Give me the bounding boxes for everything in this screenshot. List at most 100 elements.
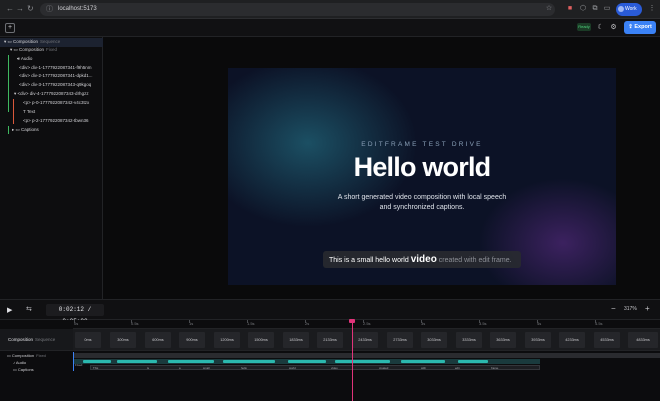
frame-thumb[interactable]: 4233ms — [559, 332, 585, 348]
back-icon[interactable]: ← — [6, 4, 14, 13]
tree-node-label: Composition — [13, 39, 39, 44]
frame-thumb[interactable]: 1500ms — [248, 332, 274, 348]
tree-node-label: Audio — [20, 56, 33, 61]
frame-thumb[interactable]: 2133ms — [317, 332, 343, 348]
tree-node-label: <div> div-4-1777922087343-drhgzz — [17, 91, 89, 96]
loop-icon[interactable]: ⇆ — [26, 305, 32, 313]
waveform-segment — [168, 360, 214, 363]
profile-label: Work — [625, 6, 637, 12]
ruler-tick: 0s — [74, 320, 79, 326]
tree-node-composition-root[interactable]: ▾ ▭ Composition Sequence — [4, 38, 60, 46]
zoom-in-button[interactable]: + — [645, 304, 650, 313]
track-row-composition[interactable]: ▭ Composition Fixed — [0, 352, 73, 359]
sidepanel-icon[interactable]: ▭ — [603, 5, 611, 13]
track-row-label: Composition — [11, 353, 35, 358]
settings-gear-icon[interactable]: ⚙ — [609, 23, 618, 32]
frame-strip[interactable]: 0ms 300ms 600ms 900ms 1200ms 1500ms 1833… — [73, 329, 660, 351]
speaker-icon: 🔊︎ — [17, 56, 20, 61]
profile-button[interactable]: Work — [616, 3, 642, 16]
playhead-line[interactable] — [352, 322, 353, 401]
track-row-audio[interactable]: ♪ Audio — [0, 359, 73, 366]
tree-guide-line — [8, 55, 9, 112]
tree-node-captions[interactable]: ▸ ▭ Captions — [12, 126, 39, 134]
tree-node-composition-fixed[interactable]: ▾ ▭ Composition Fixed — [10, 46, 57, 54]
caption-word: world — [289, 366, 296, 370]
caption-word: with — [421, 366, 426, 370]
frame-thumb[interactable]: 600ms — [145, 332, 171, 348]
timeline-ruler[interactable]: 0s 0.5s 1s 1.5s 2s 2.5s 3s 3.5s 4s 4.5s — [73, 320, 660, 329]
caption-word: a — [179, 366, 181, 370]
caption-word: created — [379, 366, 389, 370]
zoom-out-button[interactable]: − — [611, 304, 616, 313]
tree-node-div-1[interactable]: <div> div-1-1777922087341-f9h5nm — [19, 64, 92, 72]
tree-node-label: Composition — [19, 47, 45, 52]
tree-node-p-0[interactable]: <p> p-0-1777922087342-v4c3tzx — [23, 99, 89, 107]
speaker-icon: ♪ — [13, 360, 15, 365]
ruler-tick: 3s — [421, 320, 426, 326]
extension-icon[interactable]: ■ — [566, 5, 574, 13]
caption-word: small — [203, 366, 210, 370]
ruler-tick: 4.5s — [595, 320, 603, 326]
address-bar[interactable]: ⓘ localhost:5173 — [40, 3, 555, 16]
add-element-icon[interactable]: + — [5, 23, 15, 33]
theme-toggle-icon[interactable]: ☾ — [596, 23, 605, 32]
export-button[interactable]: ⇪ Export — [624, 21, 656, 34]
tree-node-p-2[interactable]: <p> p-2-1777922087342-tbwn36 — [23, 117, 89, 125]
tree-node-div-3[interactable]: <div> div-3-1777922087343-q9kgoq — [19, 81, 91, 89]
frame-thumb[interactable]: 3333ms — [456, 332, 482, 348]
frame-thumb[interactable]: 1833ms — [283, 332, 309, 348]
frame-thumb[interactable]: 3633ms — [490, 332, 516, 348]
waveform-segment — [288, 360, 326, 363]
track-label-composition[interactable]: Composition Sequence — [0, 329, 73, 351]
caption-word: video — [331, 366, 338, 370]
zoom-level: 317% — [624, 306, 637, 312]
frame-thumb[interactable]: 0ms — [75, 332, 101, 348]
menu-kebab-icon[interactable]: ⋮ — [648, 5, 656, 13]
tree-node-audio[interactable]: 🔊︎ Audio — [17, 55, 32, 63]
preview-title: Hello world — [353, 152, 492, 182]
frame-thumb[interactable]: 3933ms — [525, 332, 551, 348]
caption-box: This is a small hello world video create… — [323, 251, 521, 268]
play-icon[interactable]: ▶ — [7, 306, 12, 314]
frame-thumb[interactable]: 1200ms — [214, 332, 240, 348]
reload-icon[interactable]: ↻ — [27, 4, 34, 13]
time-display: 0:02:12 / 0:05:00 — [46, 304, 104, 325]
frame-thumb[interactable]: 4533ms — [594, 332, 620, 348]
forward-icon[interactable]: → — [16, 4, 24, 13]
audio-clip[interactable] — [73, 359, 540, 364]
caption-word: is — [147, 366, 150, 370]
frame-thumb[interactable]: 4833ms — [628, 332, 658, 348]
url-text: localhost:5173 — [58, 6, 97, 12]
in-point-marker[interactable] — [73, 352, 74, 371]
captions-clip[interactable]: This is a small hello world video create… — [90, 365, 540, 370]
tree-node-text[interactable]: T Text — [23, 108, 35, 116]
frame-thumb[interactable]: 2733ms — [387, 332, 413, 348]
tree-node-sub: Sequence — [40, 39, 61, 44]
tree-node-div-2[interactable]: <div> div-2-1777922087341-dpkd1... — [19, 72, 93, 80]
ruler-tick: 4s — [537, 320, 542, 326]
preview-canvas[interactable]: EDITFRAME TEST DRIVE Hello world A short… — [228, 68, 616, 285]
caption-word: This — [93, 366, 99, 370]
frame-thumb[interactable]: 300ms — [110, 332, 136, 348]
extensions-puzzle-icon[interactable]: ⧉ — [591, 5, 599, 13]
frame-thumb[interactable]: 3033ms — [421, 332, 447, 348]
export-label: Export — [634, 24, 652, 30]
frame-thumb[interactable]: 2433ms — [352, 332, 378, 348]
track-row-label: Captions — [17, 367, 34, 372]
track-row-label: Audio — [15, 360, 27, 365]
tree-node-label: Text — [26, 109, 36, 114]
tree-node-div-4[interactable]: ▾ <div> div-4-1777922087343-drhgzz — [14, 90, 89, 98]
bookmark-star-icon[interactable]: ☆ — [545, 5, 553, 13]
ruler-tick: 2s — [305, 320, 310, 326]
site-info-icon[interactable]: ⓘ — [46, 3, 53, 16]
ruler-tick: 0.5s — [131, 320, 139, 326]
track-row-captions[interactable]: ▭ Captions — [0, 366, 73, 373]
tree-guide-line-nested — [13, 99, 14, 124]
caption-word: hello — [241, 366, 247, 370]
frame-thumb[interactable]: 900ms — [179, 332, 205, 348]
status-badge: Ready — [577, 23, 591, 31]
waveform-segment — [335, 360, 390, 363]
tree-guide-line-captions — [8, 126, 9, 134]
extension-2-icon[interactable]: ⬡ — [579, 5, 587, 13]
composition-clip[interactable]: Fixed — [73, 353, 660, 367]
